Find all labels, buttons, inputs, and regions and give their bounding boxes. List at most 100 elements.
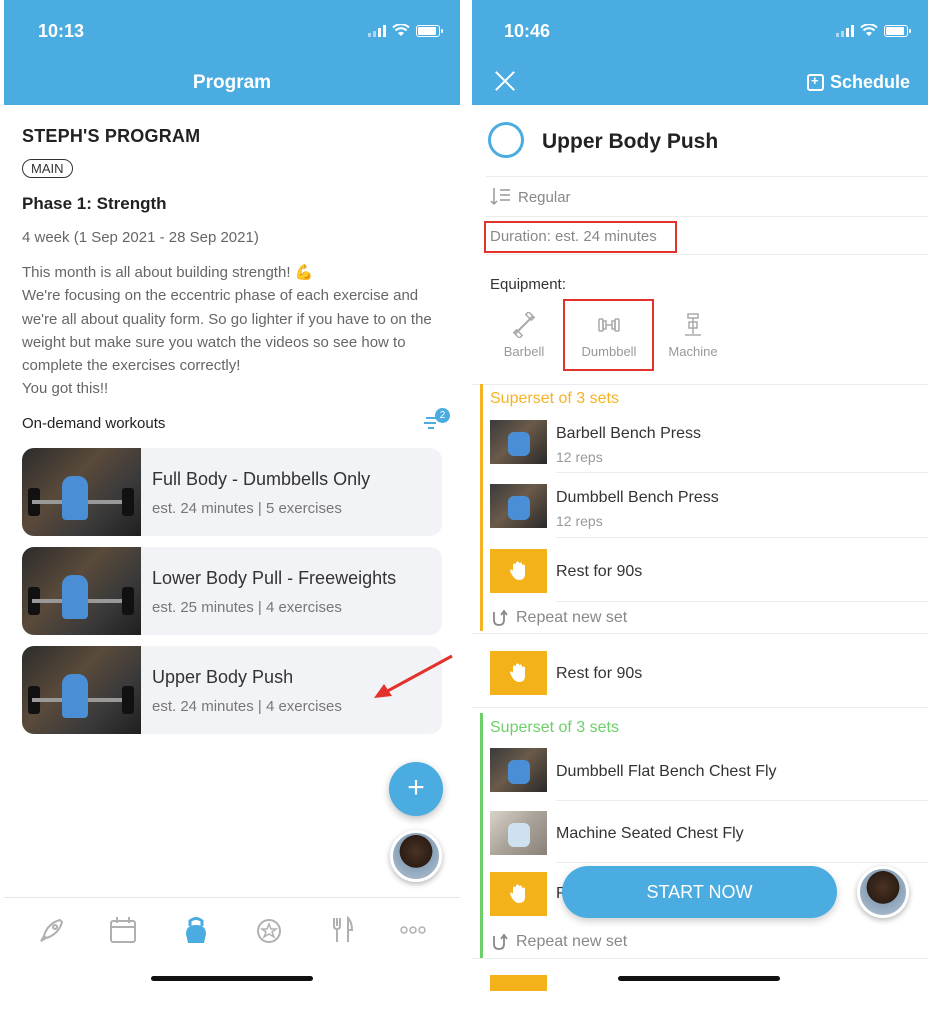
home-indicator — [618, 976, 780, 981]
equipment-label: Equipment: — [490, 276, 566, 293]
equipment-name: Machine — [668, 344, 718, 359]
status-time: 10:46 — [504, 21, 551, 41]
status-icons — [836, 24, 911, 37]
equipment-name: Barbell — [503, 344, 545, 359]
hand-icon — [509, 561, 525, 580]
workout-thumbnail — [22, 448, 141, 536]
header-bar: 10:46 Schedule — [472, 0, 928, 105]
machine-icon — [685, 313, 701, 336]
signal-icon — [836, 24, 854, 37]
schedule-label: Schedule — [829, 72, 910, 92]
divider — [472, 707, 928, 708]
barbell-icon — [512, 312, 536, 338]
status-icons — [368, 24, 443, 37]
close-icon[interactable] — [494, 70, 516, 92]
exercise-name[interactable]: Machine Seated Chest Fly — [556, 825, 744, 843]
annotation-arrow — [374, 654, 453, 698]
hand-icon — [509, 884, 525, 903]
avatar[interactable] — [857, 866, 909, 918]
kettlebell-icon[interactable] — [180, 914, 212, 946]
tab-bar — [4, 897, 460, 967]
exercise-thumbnail — [490, 811, 547, 855]
workout-thumbnail — [22, 547, 141, 635]
fork-knife-icon[interactable] — [326, 914, 358, 946]
rocket-icon[interactable] — [36, 914, 68, 946]
workout-thumbnail — [22, 646, 141, 734]
calendar-add-icon — [806, 73, 824, 91]
start-now-button[interactable]: START NOW — [562, 866, 837, 918]
divider — [472, 958, 928, 959]
badge-star-icon[interactable] — [253, 914, 285, 946]
sort-icon — [490, 188, 510, 206]
workout-meta: est. 24 minutes | 5 exercises — [152, 500, 342, 517]
wifi-icon — [392, 24, 410, 36]
divider — [486, 254, 928, 255]
rest-thumbnail — [490, 975, 547, 991]
phase-description: This month is all about building strengt… — [22, 264, 432, 398]
battery-icon — [884, 24, 911, 37]
filter-button[interactable]: 2 — [422, 408, 450, 432]
workout-title: Upper Body Push — [542, 130, 719, 153]
battery-icon — [416, 24, 443, 37]
repeat-label: Repeat new set — [516, 609, 628, 626]
repeat-label: Repeat new set — [516, 933, 628, 950]
program-badge: MAIN — [22, 159, 73, 178]
divider — [486, 176, 928, 177]
divider — [472, 633, 928, 634]
exercise-name[interactable]: Dumbbell Flat Bench Chest Fly — [556, 763, 777, 781]
avatar[interactable] — [390, 830, 442, 882]
annotation-highlight-duration — [484, 221, 677, 253]
completion-checkbox[interactable] — [488, 122, 524, 158]
repeat-row: Repeat new set — [490, 932, 627, 952]
signal-icon — [368, 24, 386, 37]
header-bar: 10:13 Program — [4, 0, 460, 105]
superset-marker — [480, 713, 483, 958]
repeat-row: Repeat new set — [490, 608, 627, 628]
rest-label[interactable]: Rest for 90s — [556, 563, 642, 581]
workout-meta: est. 24 minutes | 4 exercises — [152, 698, 342, 715]
exercise-thumbnail — [490, 420, 547, 464]
phase-title: Phase 1: Strength — [22, 194, 167, 213]
exercise-reps: 12 reps — [556, 513, 603, 529]
home-indicator — [151, 976, 313, 981]
exercise-name[interactable]: Barbell Bench Press — [556, 425, 701, 443]
rest-thumbnail — [490, 549, 547, 593]
page-title: Program — [192, 72, 272, 93]
workout-mode[interactable]: Regular — [518, 189, 571, 206]
divider — [556, 472, 928, 473]
workout-card[interactable]: Lower Body Pull - Freeweights est. 25 mi… — [22, 547, 442, 635]
divider — [556, 601, 928, 602]
add-button[interactable]: + — [389, 762, 443, 816]
rest-label[interactable]: Rest for 90s — [556, 665, 642, 683]
workout-detail-screen: 10:46 Schedule Upper Body Push Regular D… — [472, 0, 928, 1016]
workout-title: Upper Body Push — [152, 667, 294, 687]
status-time: 10:13 — [38, 21, 85, 41]
workout-meta: est. 25 minutes | 4 exercises — [152, 599, 342, 616]
filter-count-badge: 2 — [435, 408, 450, 423]
rest-thumbnail — [490, 872, 547, 916]
equipment-barbell: Barbell — [494, 312, 554, 359]
divider — [486, 216, 928, 217]
schedule-button[interactable]: Schedule — [806, 72, 910, 93]
exercise-thumbnail — [490, 484, 547, 528]
superset-title: Superset of 3 sets — [490, 390, 619, 407]
exercise-thumbnail — [490, 748, 547, 792]
repeat-icon — [493, 609, 508, 626]
exercise-reps: 12 reps — [556, 449, 603, 465]
superset-title: Superset of 3 sets — [490, 719, 619, 736]
program-title: STEPH'S PROGRAM — [22, 126, 201, 146]
annotation-highlight-dumbbell — [563, 299, 654, 371]
rest-thumbnail — [490, 651, 547, 695]
workout-card[interactable]: Full Body - Dumbbells Only est. 24 minut… — [22, 448, 442, 536]
calendar-icon[interactable] — [107, 914, 139, 946]
repeat-icon — [493, 933, 508, 950]
more-icon[interactable] — [397, 914, 429, 946]
divider — [556, 800, 928, 801]
equipment-machine: Machine — [663, 312, 723, 359]
program-screen: 10:13 Program STEPH'S PROGRAM MAIN Phase… — [4, 0, 460, 1016]
workout-title: Lower Body Pull - Freeweights — [152, 568, 397, 588]
phase-dates: 4 week (1 Sep 2021 - 28 Sep 2021) — [22, 229, 259, 246]
exercise-name[interactable]: Dumbbell Bench Press — [556, 489, 719, 507]
superset-marker — [480, 384, 483, 631]
on-demand-heading: On-demand workouts — [22, 415, 166, 432]
